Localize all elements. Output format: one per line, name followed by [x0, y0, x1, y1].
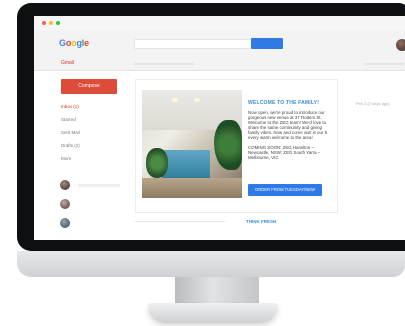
contact-placeholder: [78, 184, 120, 187]
contact-avatar[interactable]: [60, 199, 70, 209]
sidebar-item-inbox[interactable]: Inbox (1): [61, 104, 79, 109]
google-logo[interactable]: Google: [59, 38, 89, 48]
toolbar-placeholder: [134, 63, 194, 65]
sidebar-item-sent[interactable]: Sent Mail: [61, 130, 80, 135]
contact-avatar[interactable]: [60, 180, 70, 190]
email-paragraph: Now open, we're proud to introduce our g…: [248, 110, 328, 141]
minimize-window-dot[interactable]: [49, 21, 53, 25]
email-body: Now open, we're proud to introduce our g…: [248, 110, 328, 164]
window-titlebar: [34, 16, 405, 30]
next-email-title[interactable]: THINK FRESH: [246, 219, 276, 224]
email-paragraph: COMING SOON: ZEG Hamilton – Newcastle, N…: [248, 144, 321, 160]
email-title: WELCOME TO THE FAMILY!: [248, 100, 320, 106]
close-window-dot[interactable]: [42, 21, 46, 25]
logo-letter: e: [84, 38, 89, 48]
logo-letter: G: [59, 38, 66, 48]
compose-button[interactable]: Compose: [61, 79, 117, 94]
mail-label[interactable]: Gmail: [61, 60, 74, 66]
screen: Google Gmail Compose Inbox (1) Starred S…: [34, 16, 405, 240]
monitor-stand-base: [148, 303, 278, 323]
email-card[interactable]: WELCOME TO THE FAMILY! Now open, we're p…: [135, 79, 338, 213]
maximize-window-dot[interactable]: [56, 21, 60, 25]
monitor-frame: Google Gmail Compose Inbox (1) Starred S…: [17, 3, 405, 251]
email-date: Feb 3 (2 days ago): [356, 101, 390, 106]
contact-avatar[interactable]: [60, 218, 70, 228]
search-button[interactable]: [251, 38, 283, 49]
monitor-chin: [17, 251, 405, 277]
account-avatar[interactable]: [396, 39, 405, 51]
sidebar-item-starred[interactable]: Starred: [61, 117, 76, 122]
monitor-stand-neck: [175, 277, 259, 305]
toolbar: [134, 57, 405, 71]
divider: [135, 221, 225, 222]
email-hero-image: [142, 90, 242, 198]
sidebar-item-more[interactable]: More: [61, 156, 71, 161]
email-cta-button[interactable]: ORDER FROM TUESDAY/NEW: [248, 184, 322, 196]
toolbar-placeholder: [364, 63, 404, 65]
search-input[interactable]: [134, 39, 256, 49]
sidebar-item-drafts[interactable]: Drafts (2): [61, 143, 80, 148]
